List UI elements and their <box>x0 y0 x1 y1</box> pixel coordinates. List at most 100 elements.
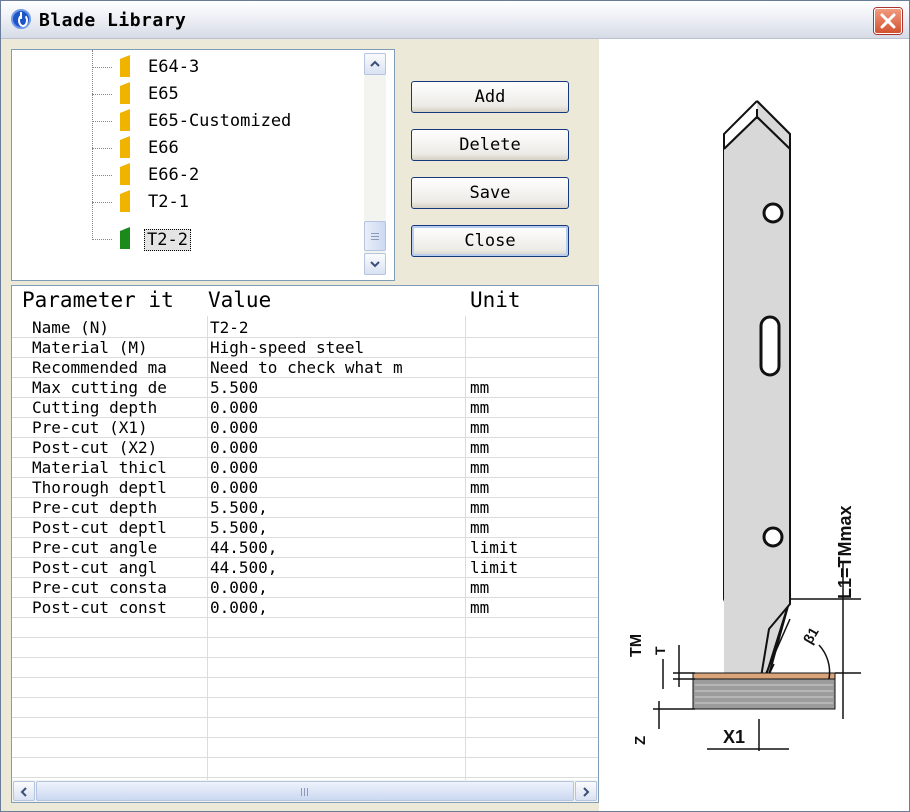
blade-icon <box>120 227 130 249</box>
unit-cell[interactable]: limit <box>470 558 590 578</box>
value-cell[interactable]: High-speed steel <box>210 338 466 358</box>
unit-cell[interactable]: mm <box>470 398 590 418</box>
table-row[interactable]: Max cutting de 5.500 mm <box>12 378 598 398</box>
table-row[interactable]: Post-cut const 0.000, mm <box>12 598 598 618</box>
parameter-cell[interactable]: Max cutting de <box>32 378 208 398</box>
tree-item[interactable]: T2-1 <box>12 189 352 215</box>
scroll-up-button[interactable] <box>364 53 386 75</box>
chevron-down-icon <box>370 261 380 268</box>
table-row[interactable] <box>12 638 598 658</box>
unit-cell[interactable]: mm <box>470 438 590 458</box>
parameter-cell[interactable]: Cutting depth <box>32 398 208 418</box>
parameter-cell[interactable]: Post-cut angl <box>32 558 208 578</box>
value-cell[interactable]: 0.000, <box>210 598 466 618</box>
horizontal-scroll-thumb[interactable] <box>36 781 574 801</box>
tree-item[interactable]: E66 <box>12 135 352 161</box>
value-cell[interactable]: 0.000 <box>210 438 466 458</box>
unit-cell[interactable]: mm <box>470 598 590 618</box>
value-cell[interactable]: Need to check what m <box>210 358 466 378</box>
table-row[interactable]: Recommended ma Need to check what m <box>12 358 598 378</box>
table-row[interactable]: Pre-cut depth 5.500, mm <box>12 498 598 518</box>
table-row[interactable]: Post-cut angl 44.500, limit <box>12 558 598 578</box>
scroll-right-button[interactable] <box>575 781 597 801</box>
table-row[interactable] <box>12 618 598 638</box>
value-cell[interactable]: 44.500, <box>210 558 466 578</box>
table-row[interactable]: Pre-cut angle 44.500, limit <box>12 538 598 558</box>
parameter-cell[interactable]: Pre-cut depth <box>32 498 208 518</box>
save-button[interactable]: Save <box>411 177 569 209</box>
parameter-cell[interactable]: Pre-cut angle <box>32 538 208 558</box>
value-cell[interactable]: 5.500, <box>210 498 466 518</box>
scroll-thumb[interactable] <box>364 221 386 251</box>
parameter-cell[interactable]: Material (M) <box>32 338 208 358</box>
blade-icon <box>120 190 130 212</box>
table-row[interactable] <box>12 738 598 758</box>
table-row[interactable]: Material (M) High-speed steel <box>12 338 598 358</box>
column-header-parameter[interactable]: Parameter it <box>22 288 208 312</box>
unit-cell[interactable] <box>470 318 590 338</box>
column-header-unit[interactable]: Unit <box>470 288 590 312</box>
table-row[interactable] <box>12 758 598 778</box>
parameter-cell[interactable]: Post-cut (X2) <box>32 438 208 458</box>
table-row[interactable]: Cutting depth 0.000 mm <box>12 398 598 418</box>
title-bar: Blade Library <box>1 1 909 39</box>
column-header-value[interactable]: Value <box>208 288 468 312</box>
table-row[interactable]: Material thicl 0.000 mm <box>12 458 598 478</box>
value-cell[interactable]: 5.500 <box>210 378 466 398</box>
unit-cell[interactable]: mm <box>470 578 590 598</box>
tree-item[interactable]: E66-2 <box>12 162 352 188</box>
table-row[interactable] <box>12 678 598 698</box>
unit-cell[interactable] <box>470 358 590 378</box>
unit-cell[interactable]: mm <box>470 518 590 538</box>
blade-tree[interactable]: E64-3 E65 E65-Customized E66 E66-2 T2-1 … <box>11 49 395 281</box>
tree-vertical-scrollbar[interactable] <box>364 53 386 275</box>
unit-cell[interactable] <box>470 338 590 358</box>
table-row[interactable]: Pre-cut consta 0.000, mm <box>12 578 598 598</box>
parameter-cell[interactable]: Recommended ma <box>32 358 208 378</box>
table-row[interactable]: Thorough deptl 0.000 mm <box>12 478 598 498</box>
value-cell[interactable]: 0.000, <box>210 578 466 598</box>
tree-item[interactable]: E65 <box>12 81 352 107</box>
value-cell[interactable]: 0.000 <box>210 418 466 438</box>
unit-cell[interactable]: limit <box>470 538 590 558</box>
table-row[interactable] <box>12 698 598 718</box>
value-cell[interactable]: 0.000 <box>210 398 466 418</box>
table-row[interactable]: Name (N) T2-2 <box>12 318 598 338</box>
unit-cell[interactable]: mm <box>470 478 590 498</box>
unit-cell[interactable]: mm <box>470 378 590 398</box>
close-button[interactable]: Close <box>411 225 569 257</box>
x1-label: X1 <box>723 727 745 747</box>
table-row[interactable]: Pre-cut (X1) 0.000 mm <box>12 418 598 438</box>
value-cell[interactable]: 0.000 <box>210 478 466 498</box>
window-title: Blade Library <box>39 10 187 31</box>
parameter-cell[interactable]: Pre-cut (X1) <box>32 418 208 438</box>
table-row[interactable]: Post-cut (X2) 0.000 mm <box>12 438 598 458</box>
parameter-grid[interactable]: Parameter it Value Unit Name (N) T2-2 Mate… <box>11 285 599 803</box>
parameter-cell[interactable]: Material thicl <box>32 458 208 478</box>
value-cell[interactable]: T2-2 <box>210 318 466 338</box>
value-cell[interactable]: 0.000 <box>210 458 466 478</box>
value-cell[interactable]: 44.500, <box>210 538 466 558</box>
add-button[interactable]: Add <box>411 81 569 113</box>
parameter-cell[interactable]: Pre-cut consta <box>32 578 208 598</box>
table-row[interactable]: Post-cut deptl 5.500, mm <box>12 518 598 538</box>
tree-item[interactable]: E65-Customized <box>12 108 352 134</box>
parameter-cell[interactable]: Post-cut deptl <box>32 518 208 538</box>
table-row[interactable] <box>12 658 598 678</box>
unit-cell[interactable]: mm <box>470 418 590 438</box>
parameter-cell[interactable]: Post-cut const <box>32 598 208 618</box>
table-row[interactable] <box>12 718 598 738</box>
close-window-button[interactable] <box>874 8 902 34</box>
parameter-cell[interactable]: Name (N) <box>32 318 208 338</box>
delete-button[interactable]: Delete <box>411 129 569 161</box>
tree-item-selected[interactable]: T2-2 <box>12 226 352 252</box>
tm-label: TM <box>628 634 645 657</box>
tree-item[interactable]: E64-3 <box>12 54 352 80</box>
unit-cell[interactable]: mm <box>470 458 590 478</box>
parameter-cell[interactable]: Thorough deptl <box>32 478 208 498</box>
unit-cell[interactable]: mm <box>470 498 590 518</box>
grid-horizontal-scrollbar[interactable] <box>12 780 598 802</box>
scroll-down-button[interactable] <box>364 253 386 275</box>
scroll-left-button[interactable] <box>13 781 35 801</box>
value-cell[interactable]: 5.500, <box>210 518 466 538</box>
